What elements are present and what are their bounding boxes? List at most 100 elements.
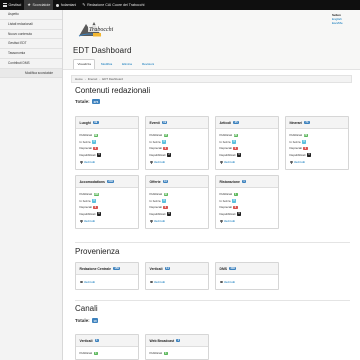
stat-row: Pubblicati 74 bbox=[290, 132, 345, 139]
card-body: Pubblicati 10 In bozza 0 Deprecati 0 Depubblic… bbox=[146, 188, 208, 227]
breadcrumb-separator: › bbox=[99, 77, 101, 81]
card-body: Vedi tutti bbox=[216, 275, 278, 288]
card-header: Luoghi 99 bbox=[76, 117, 138, 129]
content-card: Offerte 10 Pubblicati 10 In bozza 0 Deprecati 0… bbox=[145, 175, 209, 229]
see-all-link[interactable]: Vedi tutti bbox=[79, 160, 135, 165]
stat-label: Depubblicati bbox=[79, 212, 96, 217]
card-count-badge: 74 bbox=[303, 120, 310, 125]
stat-badge: 0 bbox=[231, 199, 237, 203]
card-header: Eventi 19 bbox=[146, 117, 208, 129]
tab-revisions[interactable]: Revisioni bbox=[137, 59, 158, 68]
stat-badge: 0 bbox=[231, 140, 237, 144]
stat-label: In bozza bbox=[79, 139, 91, 144]
card-header: Accomodations 246 bbox=[76, 176, 138, 188]
see-all-link[interactable]: Vedi tutti bbox=[149, 219, 205, 224]
see-all-link[interactable]: Vedi tutti bbox=[79, 219, 135, 224]
tab-delete[interactable]: Elimina bbox=[118, 59, 137, 68]
stat-badge: 0 bbox=[301, 140, 307, 144]
card-body: Vedi tutti bbox=[76, 275, 138, 288]
see-all-link[interactable]: Vedi tutti bbox=[149, 280, 205, 285]
card-count-badge: 1 bbox=[241, 179, 247, 184]
tray-item-nuovo-contenuto[interactable]: Nuovo contenuto bbox=[0, 30, 62, 40]
card-count-badge: 25 bbox=[233, 120, 239, 125]
tray-item-tassonomia[interactable]: Tassonomia bbox=[0, 49, 62, 59]
stat-row: In bozza 0 bbox=[220, 198, 275, 205]
eye-icon bbox=[79, 220, 83, 223]
user-icon bbox=[56, 3, 60, 7]
origin-card: Verticali 14 Vedi tutti bbox=[145, 262, 209, 290]
card-count-badge: 246 bbox=[106, 179, 115, 184]
stat-badge: 0 bbox=[96, 153, 102, 157]
stat-row: Depubblicati 0 bbox=[80, 152, 135, 159]
see-all-link[interactable]: Vedi tutti bbox=[219, 160, 275, 165]
see-all-link[interactable]: Vedi tutti bbox=[219, 280, 275, 285]
origin-card: DMS 236 Vedi tutti bbox=[215, 262, 279, 290]
stat-label: Deprecati bbox=[149, 146, 162, 151]
tray-item-gestisci-edt[interactable]: Gestisci EDT bbox=[0, 39, 62, 50]
card-count-badge: 99 bbox=[92, 120, 99, 125]
section-divider bbox=[75, 242, 350, 243]
see-all-link[interactable]: Vedi tutti bbox=[149, 160, 205, 165]
see-all-label: Vedi tutti bbox=[83, 280, 95, 284]
card-header: Ristorazione 1 bbox=[216, 176, 278, 188]
stat-badge: 0 bbox=[161, 199, 167, 203]
stat-badge: 0 bbox=[233, 146, 238, 151]
toolbar-user[interactable]: fcdamiani bbox=[53, 0, 79, 10]
logout-link[interactable]: Esci/Me bbox=[332, 21, 352, 25]
section-divider bbox=[75, 300, 350, 301]
see-all-link[interactable]: Vedi tutti bbox=[79, 280, 135, 285]
see-all-link[interactable]: Vedi tutti bbox=[219, 219, 275, 224]
eye-icon bbox=[289, 161, 293, 164]
card-count-badge: 4 bbox=[94, 338, 99, 343]
card-body: Vedi tutti bbox=[146, 275, 208, 288]
stat-label: Pubblicati bbox=[79, 351, 93, 356]
tray-item-contributi-dms[interactable]: Contributi DMS bbox=[0, 59, 62, 69]
tab-edit[interactable]: Modifica bbox=[96, 59, 116, 68]
stat-label: In bozza bbox=[79, 198, 91, 203]
stat-row: Depubblicati 0 bbox=[150, 211, 205, 218]
see-all-label: Vedi tutti bbox=[83, 160, 95, 165]
toolbar-editorial-label: Redazione CAI Cuore dei Trabocchi bbox=[87, 3, 145, 7]
card-title: Itinerari bbox=[289, 120, 302, 125]
eye-icon bbox=[219, 281, 223, 284]
primary-tabs: Visualizza Modifica Elimina Revisioni bbox=[73, 59, 160, 69]
card-header: DMS 236 bbox=[216, 263, 278, 275]
breadcrumb-home[interactable]: Home bbox=[75, 77, 83, 81]
stat-badge: 0 bbox=[161, 140, 167, 144]
card-body: Pubblicati 4 bbox=[76, 347, 138, 360]
stat-badge: 246 bbox=[93, 192, 100, 197]
eye-icon bbox=[79, 161, 83, 164]
stat-row: Depubblicati 2 bbox=[150, 152, 205, 159]
card-header: Verticali 4 bbox=[76, 335, 138, 347]
content-card: Ristorazione 1 Pubblicati 1 In bozza 0 Depreca… bbox=[215, 175, 279, 229]
stat-badge: 0 bbox=[233, 205, 238, 210]
card-header: Offerte 10 bbox=[146, 176, 208, 188]
stat-row: Pubblicati 99 bbox=[80, 132, 135, 139]
stat-row: Deprecati 0 bbox=[290, 145, 345, 152]
stat-label: Depubblicati bbox=[149, 153, 166, 158]
eye-icon bbox=[219, 161, 223, 164]
content-card: Eventi 19 Pubblicati 17 In bozza 0 Deprecati 0 D… bbox=[145, 116, 209, 170]
tray-edit-shortcuts[interactable]: Modifica scorciatoie bbox=[0, 68, 62, 78]
tray-item-listati[interactable]: Listati redazionali bbox=[0, 20, 62, 30]
toolbar-manage[interactable]: Gestisci bbox=[0, 0, 24, 10]
page-title: EDT Dashboard bbox=[73, 46, 132, 55]
toolbar-editorial[interactable]: ✎ Redazione CAI Cuore dei Trabocchi bbox=[79, 0, 147, 10]
site-logo[interactable]: Trabocchi bbox=[77, 16, 115, 40]
content-card: Itinerari 74 Pubblicati 74 In bozza 0 Deprecat… bbox=[285, 116, 349, 170]
stat-label: Depubblicati bbox=[219, 212, 236, 217]
card-count-badge: 19 bbox=[161, 120, 168, 125]
toolbar-shortcuts[interactable]: ★ Scorciatoie bbox=[24, 0, 54, 10]
card-title: Ristorazione bbox=[219, 179, 240, 184]
see-all-link[interactable]: Vedi tutti bbox=[289, 160, 345, 165]
stat-label: Deprecati bbox=[79, 205, 92, 210]
eye-icon bbox=[149, 281, 153, 284]
tray-item-aspetto[interactable]: Aspetto bbox=[0, 10, 62, 20]
card-count-badge: 14 bbox=[164, 266, 171, 271]
stat-badge: 74 bbox=[303, 133, 308, 138]
tab-view[interactable]: Visualizza bbox=[73, 59, 96, 69]
breadcrumb-itinerari[interactable]: Itinerari bbox=[88, 77, 98, 81]
stat-badge: 99 bbox=[93, 133, 98, 138]
stat-row: In bozza 0 bbox=[80, 139, 135, 146]
stat-badge: 0 bbox=[306, 153, 312, 157]
